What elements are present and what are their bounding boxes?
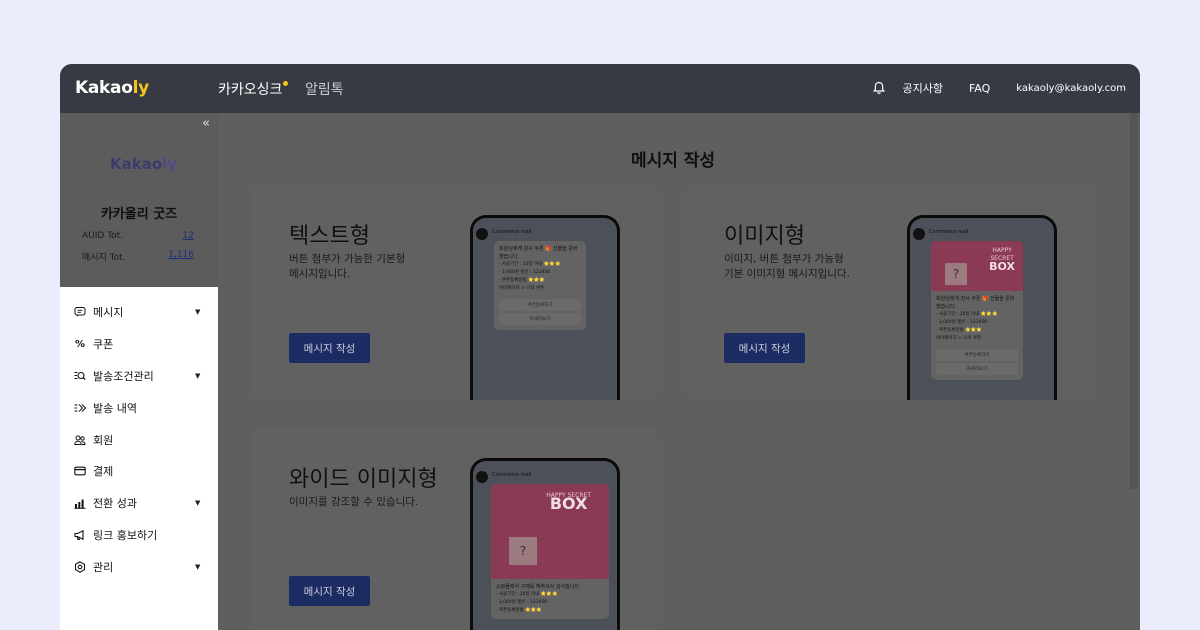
page-title: 메시지 작성 [630,151,716,171]
store-logo: Kakaoly [110,155,178,173]
card-wide-image-type: 와이드 이미지형 이미지를 강조할 수 있습니다. 메시지 작성 Commerc… [251,428,658,630]
sidebar-item-conversion[interactable]: 전환 성과 ▼ [60,493,218,513]
store-name: 카카올리 굿즈 [100,207,178,222]
send-history-icon [74,402,86,414]
chevron-down-icon: ▼ [195,499,201,507]
phone-preview: Commerce mall 회원님에게 감사 쿠폰 🎁 선물을 준비했습니다. … [470,215,620,400]
sidebar-item-payment[interactable]: 결제 [60,461,218,481]
preview-coupon-button: 쿠폰등록하기 [499,299,581,311]
active-dot [283,81,289,86]
chevron-down-icon: ▼ [195,372,201,380]
chart-icon [74,497,86,509]
phone-preview: Commerce mall HAPPY SECRET BOX ? 회원님에게 감사 … [907,215,1057,400]
card-title: 텍스트형 [289,224,370,249]
message-bubble: HAPPY SECRET BOX ? 쇼핑몰에서 구매를 해주셔서 감사합니다. … [491,484,609,619]
message-icon [74,306,86,318]
sidebar-item-members[interactable]: 회원 [60,430,218,450]
percent-icon: % [74,338,86,350]
faq-link[interactable]: FAQ [969,82,990,95]
sidebar-menu: 메시지 ▼ % 쿠폰 발송조건관리 ▼ 발송 내역 회원 결제 전환 성과 ▼ … [60,287,218,630]
stat-auid-value[interactable]: 12 [183,231,194,241]
brand-avatar [476,471,488,483]
settings-icon [74,561,86,573]
top-bar: Kakaoly 카카오싱크 알림톡 공지사항 FAQ kakaoly@kakao… [60,64,1140,113]
tab-alimtalk[interactable]: 알림톡 [305,79,344,99]
sidebar-profile: « Kakaoly 카카올리 굿즈 AUID Tot. 12 메시지 Tot. … [60,113,218,287]
chevron-down-icon: ▼ [195,308,201,316]
brand-avatar [476,228,488,240]
sidebar-item-conditions[interactable]: 발송조건관리 ▼ [60,366,218,386]
stat-auid: AUID Tot. 12 [82,231,194,241]
app-logo[interactable]: Kakaoly [75,78,149,98]
preview-detail-button: 자세히보기 [499,313,581,325]
card-icon [74,465,86,477]
sidebar-item-send-history[interactable]: 발송 내역 [60,398,218,418]
card-title: 이미지형 [724,224,805,249]
account-email[interactable]: kakaoly@kakaoly.com [1016,83,1126,94]
chevron-down-icon: ▼ [195,563,201,571]
sidebar-item-link-promo[interactable]: 링크 홍보하기 [60,525,218,545]
brand-avatar [913,228,925,240]
card-image-type: 이미지형 이미지, 버튼 첨부가 가능형 기본 이미지형 메시지입니다. 메시지… [686,185,1096,400]
preview-detail-button: 자세히보기 [936,363,1018,375]
compose-text-message-button[interactable]: 메시지 작성 [289,333,370,363]
preview-wide-image: HAPPY SECRET BOX ? [491,484,609,579]
main-content: 메시지 작성 텍스트형 버튼 첨부가 가능한 기본형 메시지입니다. 메시지 작… [218,113,1140,630]
tab-kakaosync[interactable]: 카카오싱크 [218,79,289,99]
stat-message-value[interactable]: 1,116 [168,250,194,263]
preview-coupon-button: 쿠폰등록하기 [936,349,1018,361]
preview-image: HAPPY SECRET BOX ? [931,241,1023,291]
collapse-sidebar-icon[interactable]: « [202,116,210,131]
card-text-type: 텍스트형 버튼 첨부가 가능한 기본형 메시지입니다. 메시지 작성 Comme… [251,185,658,400]
sidebar-item-coupon[interactable]: % 쿠폰 [60,334,218,354]
app-window: Kakaoly 카카오싱크 알림톡 공지사항 FAQ kakaoly@kakao… [60,64,1140,630]
sidebar-item-message[interactable]: 메시지 ▼ [60,302,218,322]
card-desc: 버튼 첨부가 가능한 기본형 메시지입니다. [289,253,406,280]
card-title: 와이드 이미지형 [289,467,438,492]
card-desc: 이미지를 강조할 수 있습니다. [289,496,419,508]
scrollbar[interactable] [1130,113,1138,489]
message-bubble: 회원님에게 감사 쿠폰 🎁 선물을 준비했습니다. · 사용기간 : 10일 이… [494,241,586,330]
megaphone-icon [74,529,86,541]
phone-preview: Commerce mall HAPPY SECRET BOX ? 쇼핑몰에서 구매… [470,458,620,630]
users-icon [74,434,86,446]
card-desc: 이미지, 버튼 첨부가 가능형 기본 이미지형 메시지입니다. [724,253,850,280]
stat-message: 메시지 Tot. 1,116 [82,250,194,263]
compose-wide-image-message-button[interactable]: 메시지 작성 [289,576,370,606]
message-bubble: HAPPY SECRET BOX ? 회원님에게 감사 쿠폰 🎁 선물을 준비했습니… [931,241,1023,380]
compose-image-message-button[interactable]: 메시지 작성 [724,333,805,363]
search-list-icon [74,370,86,382]
notice-link[interactable]: 공지사항 [902,80,942,96]
bell-icon[interactable] [872,81,886,95]
sidebar-item-settings[interactable]: 관리 ▼ [60,557,218,577]
